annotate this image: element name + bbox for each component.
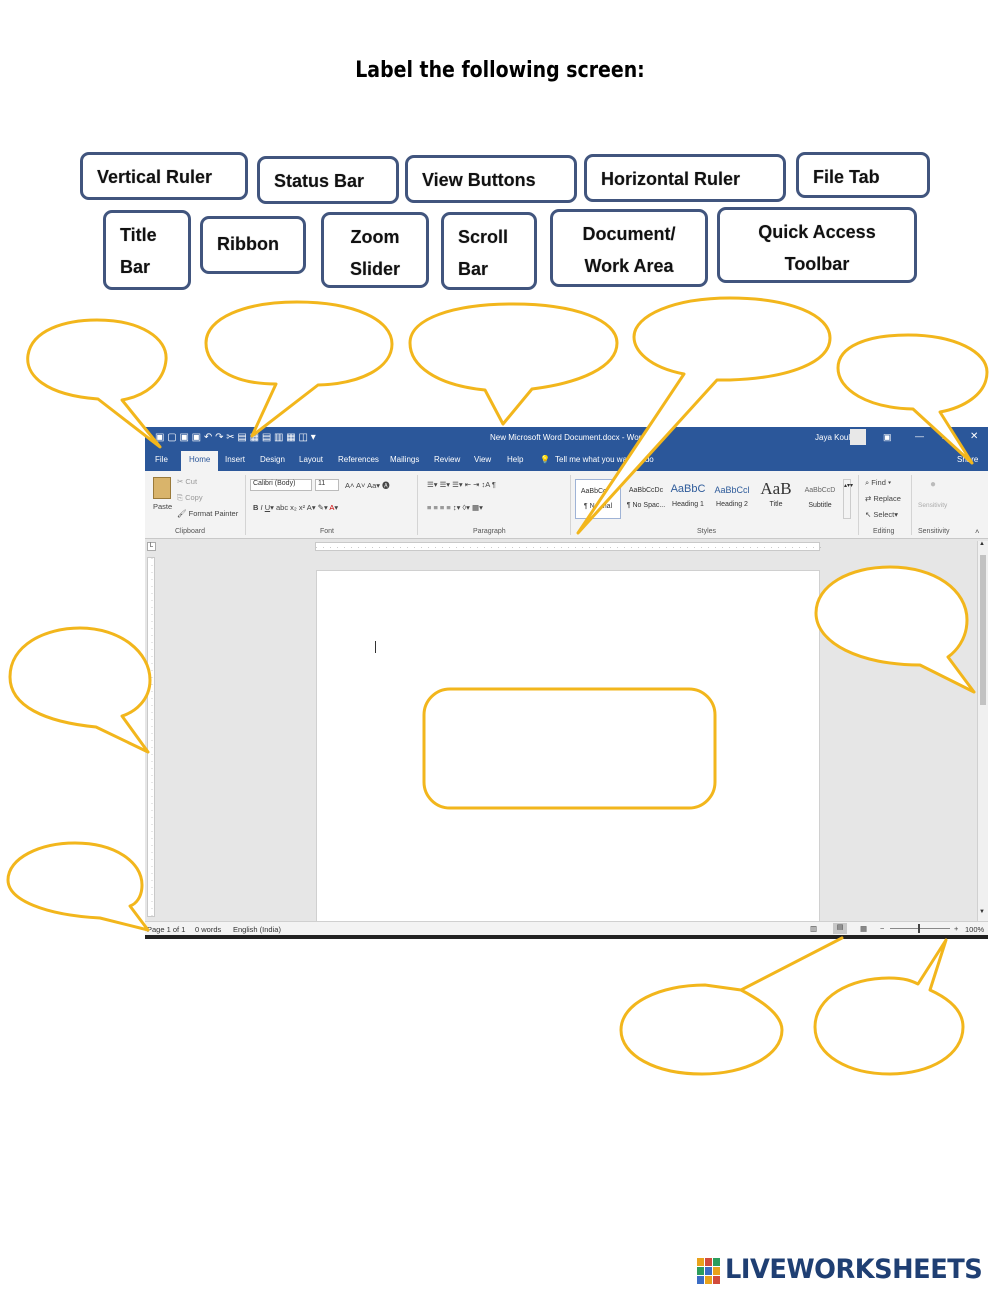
bubble-vertical-ruler[interactable] (8, 626, 152, 754)
bubble-layer (6, 296, 989, 1076)
bubble-document-work-area[interactable] (422, 687, 717, 810)
bubble-view-buttons[interactable] (619, 936, 844, 1076)
bubble-quick-access-toolbar[interactable] (204, 300, 394, 438)
bubble-title-bar[interactable] (408, 302, 619, 426)
bubble-file-tab[interactable] (26, 318, 168, 449)
bubble-scroll-bar[interactable] (814, 565, 976, 694)
logo-text: LIVEWORKSHEETS (725, 1254, 983, 1285)
bubble-status-bar[interactable] (6, 841, 150, 932)
logo-icon (697, 1258, 720, 1284)
bubble-share-corner[interactable] (836, 333, 989, 465)
bubble-zoom-slider[interactable] (813, 938, 965, 1076)
